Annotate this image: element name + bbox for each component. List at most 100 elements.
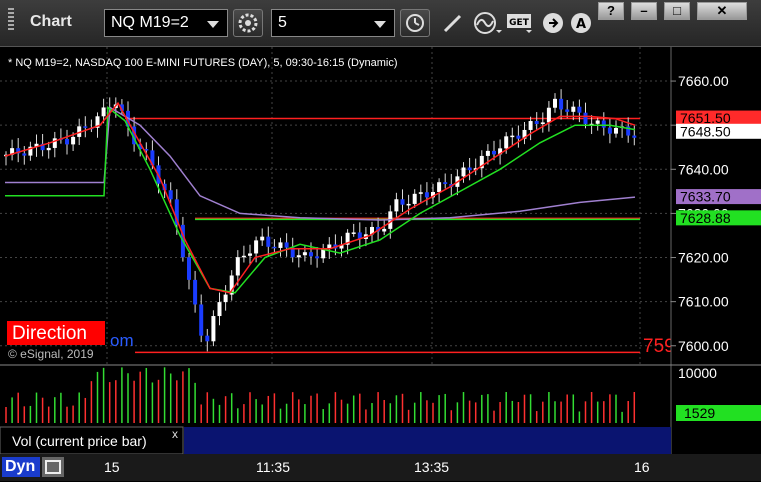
- svg-text:GET: GET: [509, 18, 530, 28]
- candle-body: [516, 135, 521, 139]
- candle-body: [492, 150, 496, 155]
- candle-body: [193, 279, 198, 305]
- time-tick-label: 11:35: [256, 459, 290, 475]
- candle-body: [437, 182, 442, 192]
- candle-body: [553, 98, 557, 108]
- candle-body: [46, 147, 51, 151]
- expand-icon: [45, 460, 61, 474]
- candle-body: [101, 107, 106, 117]
- volume-bars: [5, 367, 636, 423]
- candle-body: [595, 120, 600, 124]
- candle-body: [351, 232, 356, 234]
- clock-icon: [406, 14, 424, 32]
- chart-header: * NQ M19=2, NASDAQ 100 E-MINI FUTURES (D…: [8, 57, 398, 69]
- candle-body: [272, 246, 277, 249]
- settings-button[interactable]: [233, 9, 263, 37]
- price-tick-label: 7600.00: [678, 338, 729, 354]
- volume-panel-bar: [184, 427, 671, 454]
- candle-body: [528, 121, 533, 130]
- drag-handle-icon[interactable]: [8, 8, 14, 32]
- candle-body: [284, 242, 289, 248]
- price-badge-label: 7648.50: [680, 123, 731, 139]
- chevron-down-icon: [207, 21, 219, 28]
- volume-axis-label: 10000: [678, 365, 717, 381]
- candle-body: [302, 252, 307, 256]
- candle-body: [565, 109, 570, 112]
- candle-body: [418, 192, 423, 194]
- fullscreen-button[interactable]: [42, 457, 64, 477]
- symbol-combo[interactable]: NQ M19=2: [104, 9, 228, 37]
- candle-body: [199, 304, 204, 336]
- price-tick-label: 7620.00: [678, 250, 729, 266]
- candle-body: [485, 150, 490, 156]
- time-tick-label: 16: [634, 459, 650, 475]
- close-button[interactable]: ✕: [697, 2, 747, 20]
- maximize-button[interactable]: □: [664, 2, 690, 20]
- candle-body: [607, 127, 612, 134]
- volume-current-label: 1529: [684, 405, 715, 421]
- candle-body: [241, 255, 246, 258]
- candle-body: [205, 335, 210, 342]
- direction-tail: om: [110, 331, 134, 350]
- candle-body: [235, 257, 240, 276]
- candle-body: [412, 193, 417, 204]
- candle-body: [394, 199, 399, 212]
- window-title: Chart: [30, 13, 72, 30]
- candle-body: [510, 135, 515, 138]
- candle-body: [254, 240, 259, 254]
- title-bar: Chart NQ M19=2 5 GET A ? – □ ✕: [0, 0, 761, 47]
- price-tick-label: 7640.00: [678, 161, 729, 177]
- mode-badge[interactable]: Dyn: [2, 457, 40, 477]
- direction-label: Direction: [12, 323, 87, 344]
- price-tick-label: 7610.00: [678, 294, 729, 310]
- candle-body: [601, 120, 606, 128]
- candle-body: [534, 121, 539, 124]
- candle-body: [278, 242, 283, 248]
- time-button[interactable]: [400, 9, 430, 37]
- get-icon: GET: [507, 14, 532, 33]
- candle-body: [443, 182, 448, 185]
- time-tick-label: 13:35: [414, 459, 450, 475]
- candle-body: [467, 167, 472, 171]
- candle-body: [614, 127, 618, 134]
- candle-body: [266, 236, 271, 247]
- autoscale-button[interactable]: A: [568, 10, 594, 41]
- svg-text:A: A: [576, 17, 586, 32]
- candle-body: [260, 236, 265, 241]
- candle-body: [583, 112, 588, 124]
- candle-body: [187, 257, 191, 280]
- candle-body: [546, 107, 551, 123]
- candle-body: [461, 167, 466, 177]
- help-button[interactable]: ?: [598, 2, 624, 20]
- candle-body: [382, 228, 387, 232]
- price-tick-label: 7660.00: [678, 73, 729, 89]
- price-badge-label: 7633.70: [680, 189, 731, 205]
- symbol-value: NQ M19=2: [111, 14, 189, 31]
- chart-area[interactable]: * NQ M19=2, NASDAQ 100 E-MINI FUTURES (D…: [0, 47, 761, 454]
- candle-body: [65, 138, 69, 145]
- chevron-down-icon: [374, 21, 386, 28]
- next-button[interactable]: [540, 10, 566, 41]
- status-bar: Dyn 15 11:35 13:35 16: [0, 454, 761, 481]
- time-tick-label: 15: [104, 459, 120, 475]
- volume-panel-label: Vol (current price bar): [12, 433, 147, 449]
- pencil-icon: [443, 14, 462, 33]
- candle-body: [540, 122, 545, 124]
- edge-value: 759: [643, 336, 675, 357]
- candle-body: [406, 203, 411, 206]
- price-badge-label: 7628.88: [680, 210, 731, 226]
- candle-body: [71, 136, 76, 145]
- minimize-button[interactable]: –: [631, 2, 657, 20]
- candle-body: [168, 190, 173, 200]
- draw-pencil-button[interactable]: [440, 10, 466, 41]
- copyright: © eSignal, 2019: [8, 347, 94, 361]
- candle-body: [52, 138, 57, 148]
- candle-body: [315, 256, 320, 259]
- interval-combo[interactable]: 5: [271, 9, 395, 37]
- studies-button[interactable]: [472, 10, 502, 41]
- close-volume-panel-icon[interactable]: x: [172, 427, 178, 441]
- get-data-button[interactable]: GET: [506, 12, 536, 41]
- arrow-right-circle-icon: [543, 13, 563, 33]
- candle-body: [217, 302, 222, 317]
- candle-body: [22, 153, 27, 156]
